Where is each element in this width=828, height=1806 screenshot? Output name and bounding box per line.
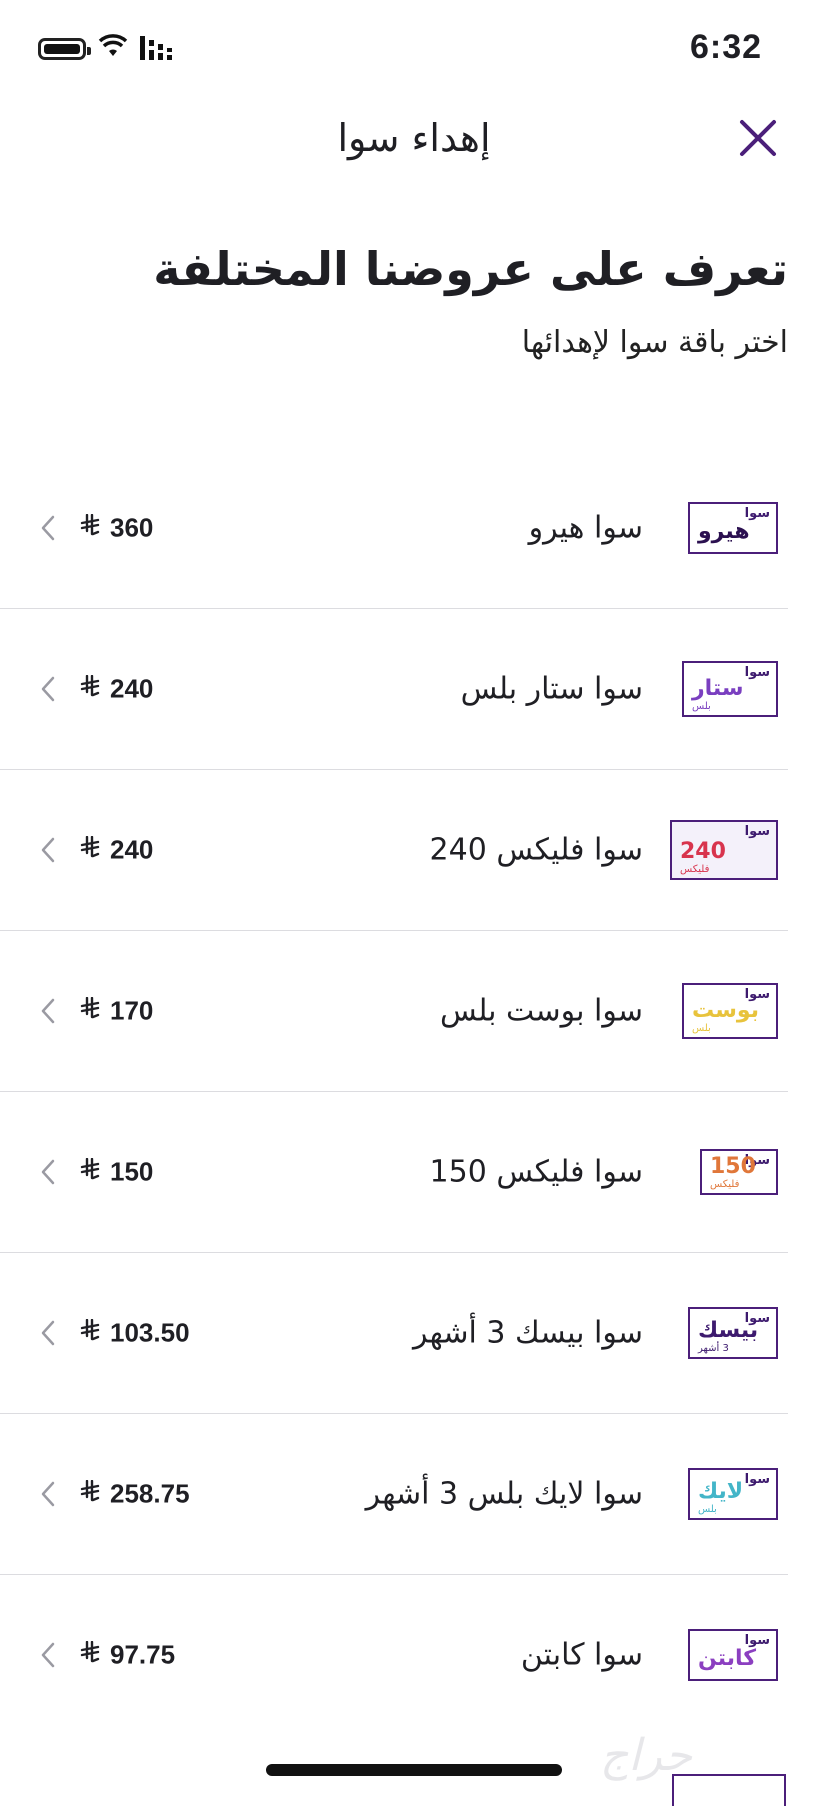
package-list: سوا هيرو سوا هيرو 360 سوا ستار بلس سوا ستار بلس… [0,448,788,1735]
chevron-left-icon [41,1320,55,1346]
chevron-left-icon [41,998,55,1024]
battery-icon [38,38,91,60]
logo-plan-text: 150 [710,1154,756,1179]
package-logo: سوا هيرو [688,502,778,554]
package-price: 170 [110,995,154,1026]
logo-sub-text: بلس [692,701,711,712]
package-price: 103.50 [110,1317,190,1348]
package-row[interactable]: سوا 150 فليكس سوا فليكس 150 150 [0,1092,788,1253]
chevron-left-icon [41,837,55,863]
logo-plan-text: ستار [692,676,744,701]
package-name: سوا لايك بلس 3 أشهر [365,1476,643,1512]
package-name: سوا ستار بلس [460,671,643,707]
package-price: 360 [110,512,154,543]
package-price: 97.75 [110,1639,176,1670]
logo-sub-text: بلس [698,1504,717,1515]
package-price: 150 [110,1156,154,1187]
page-title: إهداء سوا [337,116,491,160]
package-row[interactable]: سوا لايك بلس سوا لايك بلس 3 أشهر 258.75 [0,1414,788,1575]
package-row[interactable]: سوا بيسك 3 أشهر سوا بيسك 3 أشهر 103.50 [0,1253,788,1414]
logo-brand-text: سوا [744,824,770,839]
package-logo: سوا 240 فليكس [670,820,778,880]
logo-plan-text: كابتن [698,1646,757,1671]
package-name: سوا فليكس 150 [429,1154,643,1190]
chevron-left-icon [41,1642,55,1668]
logo-brand-text: سوا [744,665,770,680]
logo-sub-text: فليكس [680,864,710,875]
riyal-icon [80,835,100,864]
logo-plan-text: بيسك [698,1318,759,1343]
chevron-left-icon [41,1481,55,1507]
package-row[interactable]: سوا 240 فليكس سوا فليكس 240 240 [0,770,788,931]
package-name: سوا بوست بلس [439,993,643,1029]
logo-brand-text: سوا [744,1472,770,1487]
riyal-icon [80,674,100,703]
package-price: 240 [110,834,154,865]
package-row[interactable]: سوا ستار بلس سوا ستار بلس 240 [0,609,788,770]
package-logo: سوا ستار بلس [682,661,778,717]
package-logo: سوا لايك بلس [688,1468,778,1520]
logo-plan-text: بوست [692,998,759,1023]
status-time: 6:32 [690,28,763,66]
chevron-left-icon [41,515,55,541]
logo-sub-text: بلس [692,1023,711,1034]
package-price: 240 [110,673,154,704]
package-row[interactable]: سوا كابتن سوا كابتن 97.75 [0,1575,788,1735]
logo-sub-text: 3 أشهر [698,1343,729,1354]
status-bar: 6:32 [0,0,828,100]
riyal-icon [80,1157,100,1186]
offers-subheading: اختر باقة سوا لإهدائها [521,325,788,360]
riyal-icon [80,1479,100,1508]
riyal-icon [80,1640,100,1669]
riyal-icon [80,996,100,1025]
package-row[interactable]: سوا هيرو سوا هيرو 360 [0,448,788,609]
package-name: سوا كابتن [520,1637,643,1673]
package-name: سوا بيسك 3 أشهر [413,1315,643,1351]
package-logo-peek [672,1774,786,1806]
riyal-icon [80,1318,100,1347]
package-row[interactable]: سوا بوست بلس سوا بوست بلس 170 [0,931,788,1092]
offers-heading: تعرف على عروضنا المختلفة [153,242,788,296]
close-icon[interactable] [736,116,780,160]
package-logo: سوا بيسك 3 أشهر [688,1307,778,1359]
logo-plan-text: لايك [698,1479,744,1504]
package-name: سوا فليكس 240 [429,832,643,868]
header: إهداء سوا [0,100,828,190]
signal-icon [140,36,172,60]
package-logo: سوا 150 فليكس [700,1149,778,1195]
package-logo: سوا كابتن [688,1629,778,1681]
chevron-left-icon [41,1159,55,1185]
wifi-icon [98,34,128,56]
chevron-left-icon [41,676,55,702]
logo-plan-text: هيرو [698,519,750,544]
package-price: 258.75 [110,1478,190,1509]
logo-plan-text: 240 [680,839,726,864]
logo-sub-text: فليكس [710,1179,740,1190]
riyal-icon [80,513,100,542]
package-logo: سوا بوست بلس [682,983,778,1039]
home-indicator[interactable] [266,1764,562,1776]
package-name: سوا هيرو [528,510,643,546]
